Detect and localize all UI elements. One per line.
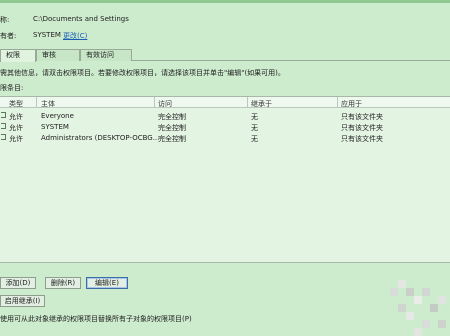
table-row[interactable]: 允许 SYSTEM 完全控制 无 只有该文件夹 bbox=[0, 121, 450, 132]
cell-access: 完全控制 bbox=[158, 135, 186, 143]
table-row[interactable]: 允许 Administrators (DESKTOP-OCBG... 完全控制 … bbox=[0, 132, 450, 143]
cell-applies-to: 只有该文件夹 bbox=[341, 135, 383, 143]
tab-permissions[interactable]: 权限 bbox=[0, 49, 36, 62]
enable-inheritance-button[interactable]: 启用继承(I) bbox=[0, 295, 45, 307]
column-separator[interactable] bbox=[36, 97, 37, 108]
cell-principal: Administrators (DESKTOP-OCBG... bbox=[41, 134, 160, 142]
remove-button[interactable]: 删除(R) bbox=[45, 277, 81, 289]
edit-button[interactable]: 编辑(E) bbox=[86, 277, 128, 289]
column-header-type[interactable]: 类型 bbox=[9, 99, 23, 109]
replace-child-permissions-checkbox-label[interactable]: 使用可从此对象继承的权限项目替换所有子对象的权限项目(P) bbox=[0, 314, 192, 324]
column-header-access[interactable]: 访问 bbox=[158, 99, 172, 109]
object-path: C:\Documents and Settings bbox=[33, 15, 129, 23]
column-separator[interactable] bbox=[154, 97, 155, 108]
add-button[interactable]: 添加(D) bbox=[0, 277, 36, 289]
cell-type: 允许 bbox=[9, 135, 23, 143]
name-label: 称: bbox=[0, 16, 10, 24]
column-header-principal[interactable]: 主体 bbox=[41, 99, 55, 109]
mosaic-watermark bbox=[390, 280, 450, 336]
owner-label: 有者: bbox=[0, 32, 17, 40]
table-row[interactable]: 允许 Everyone 完全控制 无 只有该文件夹 bbox=[0, 110, 450, 121]
table-header: 类型 主体 访问 继承于 应用于 bbox=[0, 97, 450, 108]
tab-auditing[interactable]: 审核 bbox=[36, 49, 80, 61]
column-separator[interactable] bbox=[337, 97, 338, 108]
cell-inherited-from: 无 bbox=[251, 135, 258, 143]
tab-bar: 权限 审核 有效访问 bbox=[0, 48, 450, 62]
user-group-icon bbox=[1, 123, 6, 129]
permission-entries-table: 类型 主体 访问 继承于 应用于 允许 Everyone 完全控制 无 只有该文… bbox=[0, 96, 450, 263]
change-owner-link[interactable]: 更改(C) bbox=[63, 31, 87, 41]
info-text: 需其他信息，请双击权限项目。若要修改权限项目，请选择该项目并单击"编辑"(如果可… bbox=[0, 69, 285, 77]
column-header-applies-to[interactable]: 应用于 bbox=[341, 99, 362, 109]
owner-value: SYSTEM bbox=[33, 31, 61, 39]
column-separator[interactable] bbox=[247, 97, 248, 108]
column-header-inherited-from[interactable]: 继承于 bbox=[251, 99, 272, 109]
user-group-icon bbox=[1, 112, 6, 118]
user-group-icon bbox=[1, 134, 6, 140]
permission-entries-label: 限条目: bbox=[0, 84, 24, 92]
tab-effective-access[interactable]: 有效访问 bbox=[80, 49, 132, 61]
window-top-border bbox=[0, 0, 450, 3]
cell-principal: Everyone bbox=[41, 112, 74, 120]
cell-principal: SYSTEM bbox=[41, 123, 69, 131]
